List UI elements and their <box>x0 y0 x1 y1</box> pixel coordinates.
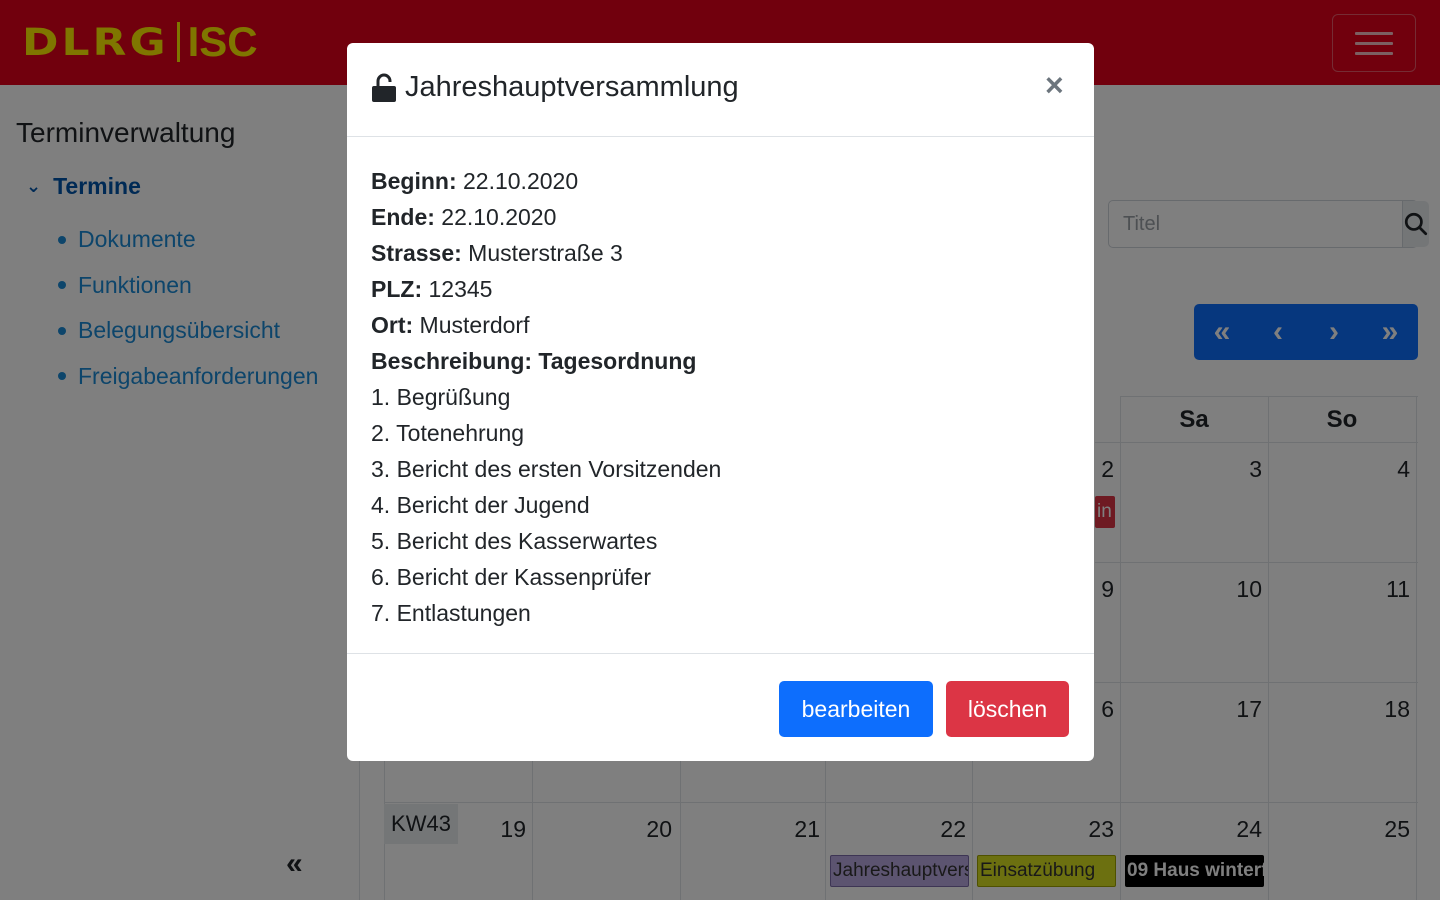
field-value: 22.10.2020 <box>434 204 557 230</box>
field-value: Musterstraße 3 <box>461 240 623 266</box>
event-detail-modal: Jahreshauptversammlung × Beginn: 22.10.2… <box>347 43 1094 761</box>
field-plz: PLZ: 12345 <box>371 271 1071 307</box>
agenda-item: 1. Begrüßung <box>371 384 511 410</box>
field-ort: Ort: Musterdorf <box>371 307 1071 343</box>
field-label: Ort: <box>371 312 414 338</box>
field-label: PLZ: <box>371 276 423 302</box>
agenda-item: 3. Bericht des ersten Vorsitzenden <box>371 456 722 482</box>
delete-button[interactable]: löschen <box>946 681 1069 737</box>
modal-body: Beginn: 22.10.2020 Ende: 22.10.2020 Stra… <box>371 163 1071 631</box>
field-label: Ende: <box>371 204 435 230</box>
field-value: Musterdorf <box>413 312 530 338</box>
edit-button[interactable]: bearbeiten <box>779 681 933 737</box>
field-beginn: Beginn: 22.10.2020 <box>371 163 1071 199</box>
field-strasse: Strasse: Musterstraße 3 <box>371 235 1071 271</box>
field-label: Beginn: <box>371 168 457 194</box>
close-button[interactable]: × <box>1045 69 1064 101</box>
field-value: 12345 <box>422 276 493 302</box>
modal-header: Jahreshauptversammlung × <box>347 43 1094 137</box>
modal-title-text: Jahreshauptversammlung <box>405 71 739 103</box>
field-value: 22.10.2020 <box>456 168 579 194</box>
modal-footer: bearbeiten löschen <box>347 653 1094 761</box>
agenda-item: 5. Bericht des Kasserwartes <box>371 528 658 554</box>
field-ende: Ende: 22.10.2020 <box>371 199 1071 235</box>
unlock-icon <box>372 73 396 102</box>
agenda-item: 2. Totenehrung <box>371 420 525 446</box>
field-beschreibung: Beschreibung: Tagesordnung <box>371 343 1071 379</box>
agenda-item: 6. Bericht der Kassenprüfer <box>371 564 651 590</box>
modal-title: Jahreshauptversammlung <box>371 71 739 104</box>
field-label: Strasse: <box>371 240 462 266</box>
agenda-item: 4. Bericht der Jugend <box>371 492 590 518</box>
field-label: Beschreibung: Tagesordnung <box>371 348 697 374</box>
agenda-item: 7. Entlastungen <box>371 600 531 626</box>
